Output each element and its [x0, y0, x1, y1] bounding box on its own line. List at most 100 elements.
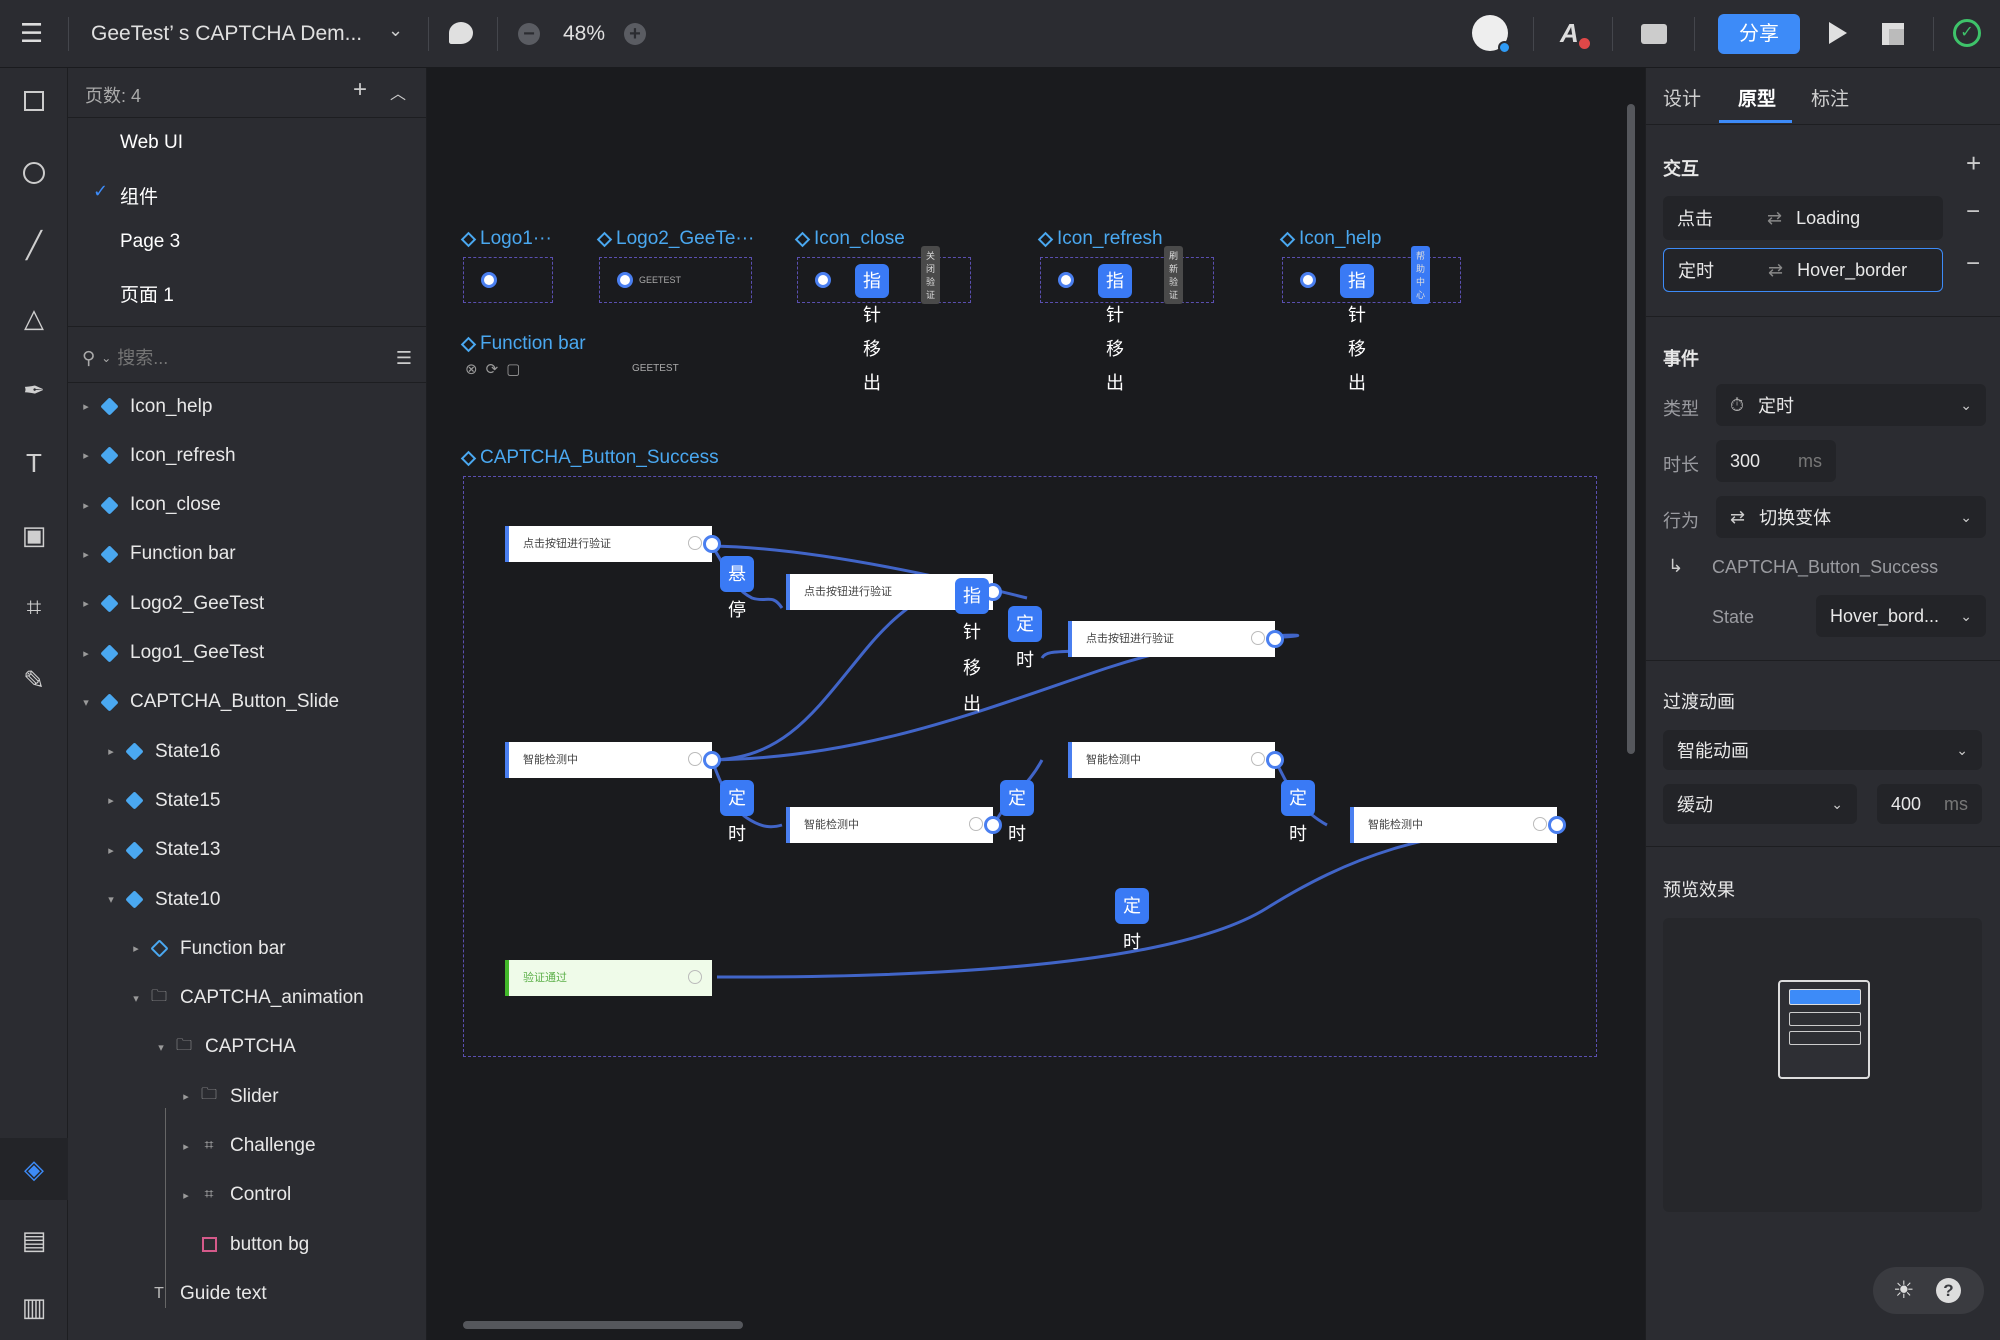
- zoom-out-button[interactable]: −: [518, 23, 540, 45]
- state-node[interactable]: 智能检测中: [1068, 742, 1284, 778]
- component-label[interactable]: Logo1···: [460, 228, 552, 250]
- component-label[interactable]: Logo2_GeeTe···: [596, 228, 754, 250]
- remove-interaction-button[interactable]: −: [1966, 198, 1980, 226]
- zoom-in-button[interactable]: +: [624, 23, 646, 45]
- layer-item[interactable]: ▸ Function bar: [68, 530, 427, 579]
- layer-item[interactable]: T Guide text: [68, 1269, 427, 1318]
- file-title[interactable]: GeeTest’ s CAPTCHA Dem...: [91, 22, 362, 46]
- assets-icon[interactable]: ▤: [18, 1224, 50, 1256]
- expand-caret-icon[interactable]: ▸: [80, 449, 92, 462]
- interaction-row-selected[interactable]: 定时 ⇄ Hover_border: [1663, 248, 1943, 292]
- pen-tool-icon[interactable]: ✒: [18, 374, 50, 406]
- expand-caret-icon[interactable]: ▸: [105, 745, 117, 758]
- interaction-badge[interactable]: 定时: [1115, 888, 1149, 952]
- animation-select[interactable]: 智能动画 ⌄: [1663, 730, 1982, 770]
- expand-caret-icon[interactable]: ▸: [105, 844, 117, 857]
- tab-annotation[interactable]: 标注: [1811, 84, 1849, 111]
- page-item[interactable]: 页面 1: [120, 280, 174, 307]
- expand-caret-icon[interactable]: ▸: [130, 942, 142, 955]
- state-node[interactable]: 点击按钮进行验证: [505, 526, 721, 562]
- add-interaction-button[interactable]: +: [1966, 148, 1981, 179]
- image-tool-icon[interactable]: ▣: [18, 519, 50, 551]
- connection-handle[interactable]: [984, 816, 1002, 834]
- interaction-badge[interactable]: 指针移出: [1340, 264, 1374, 393]
- connection-handle[interactable]: [703, 751, 721, 769]
- frame-tool-icon[interactable]: ⌗: [18, 591, 50, 623]
- expand-caret-icon[interactable]: ▸: [180, 1140, 192, 1153]
- interaction-badge[interactable]: 悬停: [720, 556, 754, 620]
- collapse-pages-button[interactable]: ︿: [390, 80, 406, 104]
- state-node[interactable]: 智能检测中: [786, 807, 1002, 843]
- action-select[interactable]: ⇄ 切换变体 ⌄: [1716, 496, 1986, 538]
- component-label[interactable]: Function bar: [460, 333, 586, 355]
- layer-item[interactable]: ▸ Icon_help: [68, 382, 427, 431]
- expand-caret-icon[interactable]: ▸: [180, 1090, 192, 1103]
- layers-tab[interactable]: ◈: [0, 1138, 68, 1200]
- layer-item[interactable]: ▸ Function bar: [68, 924, 427, 973]
- easing-select[interactable]: 缓动 ⌄: [1663, 784, 1857, 824]
- expand-caret-icon[interactable]: ▾: [130, 992, 142, 1005]
- connection-handle[interactable]: [1548, 816, 1566, 834]
- layer-item[interactable]: ▸ Icon_refresh: [68, 431, 427, 480]
- expand-caret-icon[interactable]: ▸: [80, 597, 92, 610]
- tab-prototype[interactable]: 原型: [1738, 84, 1776, 111]
- transition-duration-input[interactable]: 400 ms: [1877, 784, 1982, 824]
- layer-item[interactable]: ▸ State16: [68, 727, 427, 776]
- add-page-button[interactable]: +: [353, 76, 367, 104]
- layout-icon[interactable]: [1882, 23, 1904, 45]
- layer-item[interactable]: ▸ Logo1_GeeTest: [68, 629, 427, 678]
- tab-design[interactable]: 设计: [1663, 84, 1701, 111]
- component-variants-box[interactable]: [463, 257, 553, 303]
- expand-caret-icon[interactable]: ▸: [80, 548, 92, 561]
- interaction-badge[interactable]: 指针移出: [955, 578, 989, 714]
- line-tool-icon[interactable]: ╱: [18, 229, 50, 261]
- vertical-scrollbar[interactable]: [1627, 104, 1635, 754]
- state-node[interactable]: 验证通过: [505, 960, 712, 996]
- layer-item[interactable]: ▾ 🗀 CAPTCHA: [68, 1023, 427, 1072]
- ellipse-tool-icon[interactable]: [18, 157, 50, 189]
- font-warning-icon[interactable]: A: [1560, 18, 1590, 49]
- horizontal-scrollbar[interactable]: [463, 1321, 743, 1329]
- layer-item[interactable]: ▸ Icon_close: [68, 481, 427, 530]
- layer-item[interactable]: button bg: [68, 1220, 427, 1269]
- interaction-badge[interactable]: 指针移出: [855, 264, 889, 393]
- state-node[interactable]: 智能检测中: [1350, 807, 1566, 843]
- expand-caret-icon[interactable]: ▸: [105, 794, 117, 807]
- layer-item[interactable]: ▸ ⌗ Control: [68, 1171, 427, 1220]
- expand-caret-icon[interactable]: ▸: [80, 499, 92, 512]
- layer-item[interactable]: ▸ State15: [68, 776, 427, 825]
- expand-caret-icon[interactable]: ▸: [80, 647, 92, 660]
- share-button[interactable]: 分享: [1718, 14, 1800, 54]
- text-tool-icon[interactable]: T: [18, 447, 50, 479]
- pages-icon[interactable]: ▥: [18, 1291, 50, 1323]
- menu-icon[interactable]: ☰: [20, 20, 44, 46]
- toolbox-icon[interactable]: [1641, 24, 1667, 44]
- interaction-badge[interactable]: 指针移出: [1098, 264, 1132, 393]
- comment-icon[interactable]: [449, 22, 473, 44]
- layer-item[interactable]: ▸ 🗀 Slider: [68, 1072, 427, 1121]
- page-item-selected[interactable]: 组件: [120, 182, 158, 209]
- brush-tool-icon[interactable]: ✎: [18, 664, 50, 696]
- event-type-select[interactable]: ⏱ 定时 ⌄: [1716, 384, 1986, 426]
- expand-caret-icon[interactable]: ▾: [105, 893, 117, 906]
- layer-item[interactable]: ▸ State13: [68, 826, 427, 875]
- avatar[interactable]: [1472, 15, 1511, 54]
- interaction-badge[interactable]: 定时: [720, 780, 754, 844]
- component-label[interactable]: Icon_refresh: [1037, 228, 1163, 250]
- layer-item[interactable]: ▸ ⌗ Challenge: [68, 1122, 427, 1171]
- canvas[interactable]: Logo1··· Logo2_GeeTe··· GEETEST Icon_close 指…: [427, 68, 1645, 1340]
- chevron-down-icon[interactable]: ⌄: [388, 20, 403, 41]
- filter-icon[interactable]: ☰: [396, 348, 412, 369]
- interaction-row[interactable]: 点击 ⇄ Loading: [1663, 196, 1943, 240]
- zoom-level[interactable]: 48%: [563, 22, 605, 46]
- theme-toggle-icon[interactable]: ☀: [1893, 1276, 1915, 1305]
- connection-handle[interactable]: [1266, 630, 1284, 648]
- saved-check-icon[interactable]: ✓: [1953, 19, 1981, 47]
- expand-caret-icon[interactable]: ▸: [180, 1189, 192, 1202]
- layer-search[interactable]: ⚲ ⌄ ☰: [82, 338, 412, 378]
- component-label[interactable]: Icon_help: [1279, 228, 1381, 250]
- component-label[interactable]: Icon_close: [794, 228, 905, 250]
- interaction-badge[interactable]: 定时: [1281, 780, 1315, 844]
- expand-caret-icon[interactable]: ▸: [80, 400, 92, 413]
- layer-item[interactable]: ▸ Logo2_GeeTest: [68, 579, 427, 628]
